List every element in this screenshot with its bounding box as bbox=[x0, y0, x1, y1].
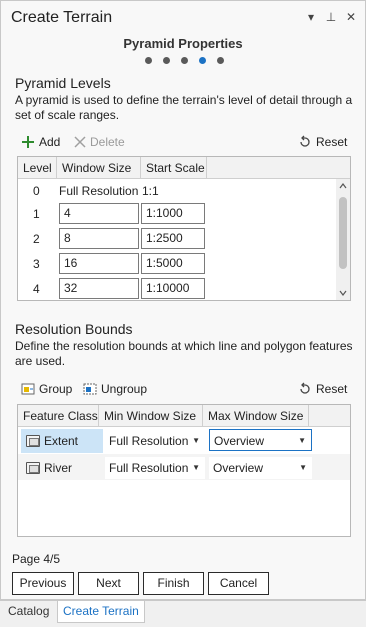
tab-create-terrain[interactable]: Create Terrain bbox=[57, 601, 145, 623]
window-size-input[interactable]: 4 bbox=[59, 203, 139, 224]
dropdown-caret-icon: ▼ bbox=[299, 463, 307, 472]
group-icon bbox=[21, 383, 35, 395]
start-scale-input[interactable]: 1:2500 bbox=[141, 228, 205, 249]
level-cell: 0 bbox=[33, 184, 40, 198]
step-dot[interactable] bbox=[145, 57, 152, 64]
polygon-layer-icon bbox=[26, 435, 40, 447]
min-window-size-value: Full Resolution bbox=[109, 434, 189, 448]
finish-button[interactable]: Finish bbox=[143, 572, 204, 595]
step-title: Pyramid Properties bbox=[123, 36, 243, 51]
pyramid-levels-description: A pyramid is used to define the terrain'… bbox=[15, 93, 353, 122]
start-scale-cell: 1:1 bbox=[142, 184, 159, 198]
vertical-scrollbar[interactable] bbox=[336, 179, 350, 300]
step-dot[interactable] bbox=[181, 57, 188, 64]
pyramid-levels-title: Pyramid Levels bbox=[15, 75, 111, 91]
delete-button[interactable]: Delete bbox=[74, 135, 125, 149]
max-window-size-value: Overview bbox=[214, 434, 265, 448]
polygon-layer-icon bbox=[26, 462, 40, 474]
max-window-size-select[interactable]: Overview ▼ bbox=[209, 457, 312, 479]
step-dot[interactable] bbox=[163, 57, 170, 64]
start-scale-input[interactable]: 1:5000 bbox=[141, 253, 205, 274]
column-header-max-window-size[interactable]: Max Window Size bbox=[203, 405, 309, 427]
cancel-button[interactable]: Cancel bbox=[208, 572, 269, 595]
resolution-bounds-description: Define the resolution bounds at which li… bbox=[15, 339, 353, 368]
pane-title: Create Terrain bbox=[11, 9, 113, 26]
column-header-level[interactable]: Level bbox=[18, 157, 57, 179]
ungroup-label: Ungroup bbox=[101, 382, 148, 396]
scrollbar-thumb[interactable] bbox=[339, 197, 347, 269]
delete-label: Delete bbox=[90, 135, 125, 149]
pane-titlebar: Create Terrain ▾ ⊥ ✕ bbox=[1, 1, 365, 35]
next-button[interactable]: Next bbox=[78, 572, 139, 595]
step-dot-current[interactable] bbox=[199, 57, 206, 64]
scroll-down-icon[interactable] bbox=[339, 290, 347, 296]
column-header-min-window-size[interactable]: Min Window Size bbox=[99, 405, 203, 427]
window-size-input[interactable]: 32 bbox=[59, 278, 139, 299]
reset-icon bbox=[300, 135, 310, 147]
column-header-window-size[interactable]: Window Size bbox=[57, 157, 141, 179]
window-size-cell: Full Resolution bbox=[59, 184, 139, 198]
chevron-down-icon[interactable]: ▾ bbox=[303, 9, 319, 25]
bottom-tab-bar: Catalog Create Terrain bbox=[0, 600, 366, 627]
max-window-size-value: Overview bbox=[213, 461, 264, 475]
level-cell: 3 bbox=[33, 257, 40, 271]
close-icon[interactable]: ✕ bbox=[343, 9, 359, 25]
resolution-bounds-grid: Feature Class Min Window Size Max Window… bbox=[17, 404, 351, 537]
page-indicator: Page 4/5 bbox=[12, 552, 61, 566]
group-label: Group bbox=[39, 382, 73, 396]
scroll-up-icon[interactable] bbox=[339, 183, 347, 189]
level-cell: 1 bbox=[33, 207, 40, 221]
reset-label: Reset bbox=[316, 135, 348, 149]
dropdown-caret-icon: ▼ bbox=[298, 436, 306, 445]
level-cell: 2 bbox=[33, 232, 40, 246]
start-scale-input[interactable]: 1:10000 bbox=[141, 278, 205, 299]
step-dot[interactable] bbox=[217, 57, 224, 64]
pyramid-levels-grid: Level Window Size Start Scale 0 Full Res… bbox=[17, 156, 351, 301]
ungroup-button[interactable]: Ungroup bbox=[83, 382, 147, 396]
window-size-input[interactable]: 8 bbox=[59, 228, 139, 249]
grid-header: Feature Class Min Window Size Max Window… bbox=[18, 405, 350, 427]
grid-header: Level Window Size Start Scale bbox=[18, 157, 350, 179]
level-cell: 4 bbox=[33, 282, 40, 296]
min-window-size-value: Full Resolution bbox=[109, 461, 189, 475]
x-icon bbox=[74, 136, 86, 148]
create-terrain-pane: Create Terrain ▾ ⊥ ✕ Pyramid Properties … bbox=[0, 0, 366, 600]
reset-icon bbox=[300, 382, 310, 394]
dropdown-caret-icon: ▼ bbox=[192, 436, 200, 445]
window-size-input[interactable]: 16 bbox=[59, 253, 139, 274]
pyramid-reset-button[interactable]: Reset bbox=[298, 135, 347, 149]
plus-icon bbox=[22, 136, 34, 148]
feature-class-cell: River bbox=[44, 461, 73, 475]
resolution-reset-button[interactable]: Reset bbox=[298, 382, 347, 396]
max-window-size-select[interactable]: Overview ▼ bbox=[209, 429, 312, 451]
dropdown-caret-icon: ▼ bbox=[192, 463, 200, 472]
resolution-bounds-title: Resolution Bounds bbox=[15, 321, 133, 337]
pin-icon[interactable]: ⊥ bbox=[323, 9, 339, 25]
add-label: Add bbox=[39, 135, 61, 149]
column-header-start-scale[interactable]: Start Scale bbox=[141, 157, 207, 179]
step-indicator bbox=[145, 57, 224, 65]
ungroup-icon bbox=[83, 383, 97, 395]
start-scale-input[interactable]: 1:1000 bbox=[141, 203, 205, 224]
reset-label: Reset bbox=[316, 382, 348, 396]
previous-button[interactable]: Previous bbox=[12, 572, 74, 595]
min-window-size-select[interactable]: Full Resolution ▼ bbox=[105, 430, 205, 452]
add-button[interactable]: Add bbox=[21, 135, 60, 149]
group-button[interactable]: Group bbox=[21, 382, 72, 396]
min-window-size-select[interactable]: Full Resolution ▼ bbox=[105, 457, 205, 479]
feature-class-cell: Extent bbox=[44, 434, 79, 448]
column-header-feature-class[interactable]: Feature Class bbox=[18, 405, 99, 427]
tab-catalog[interactable]: Catalog bbox=[3, 601, 54, 623]
